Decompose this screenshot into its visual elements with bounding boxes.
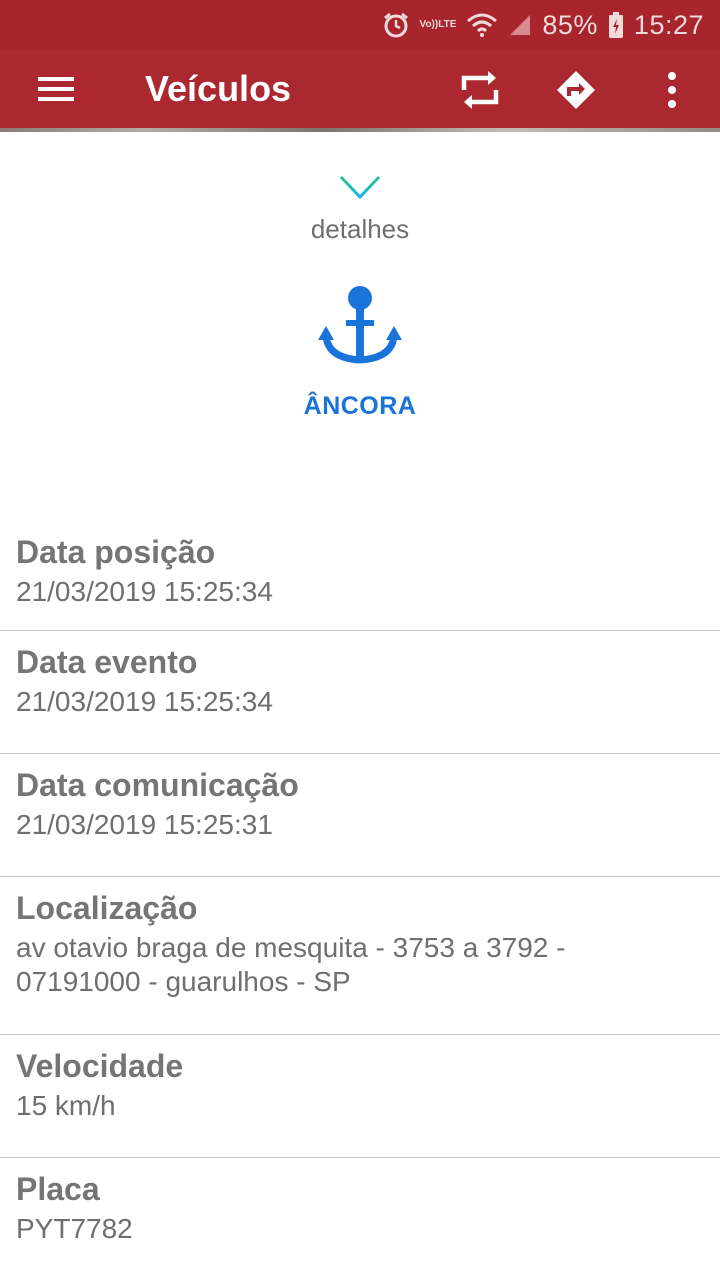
status-bar: Vo)) LTE 85% 15:27 xyxy=(0,0,720,50)
menu-button[interactable] xyxy=(36,74,76,104)
info-row-data-comunicacao: Data comunicação 21/03/2019 15:25:31 xyxy=(0,754,720,877)
app-bar: Veículos xyxy=(0,50,720,128)
info-row-data-evento: Data evento 21/03/2019 15:25:34 xyxy=(0,631,720,754)
anchor-icon xyxy=(318,286,402,364)
volte-bottom-text: LTE xyxy=(438,19,457,30)
battery-percent: 85% xyxy=(542,9,598,40)
info-row-localizacao: Localização av otavio braga de mesquita … xyxy=(0,877,720,1035)
details-label: detalhes xyxy=(310,214,410,244)
info-value-line1: av otavio braga de mesquita - 3753 a 379… xyxy=(16,932,566,963)
info-value-line2: 07191000 - guarulhos - SP xyxy=(16,966,351,997)
volte-icon: Vo)) LTE xyxy=(420,20,457,30)
volte-top-text: Vo)) xyxy=(419,19,439,30)
info-label: Data evento xyxy=(16,644,198,680)
info-value: PYT7782 xyxy=(16,1213,133,1244)
sync-button[interactable] xyxy=(458,68,502,112)
sync-icon xyxy=(461,71,499,109)
anchor-button[interactable]: ÂNCORA xyxy=(260,282,460,432)
info-row-placa: Placa PYT7782 xyxy=(0,1158,720,1280)
details-toggle-button[interactable]: detalhes xyxy=(260,140,460,252)
battery-charging-icon xyxy=(608,11,624,39)
map-edge xyxy=(0,128,720,132)
hamburger-menu-icon xyxy=(38,77,74,101)
more-vert-icon xyxy=(668,72,676,108)
info-label: Data comunicação xyxy=(16,767,299,803)
alarm-icon xyxy=(382,11,410,39)
info-value: 15 km/h xyxy=(16,1090,116,1121)
wifi-icon xyxy=(466,12,498,38)
info-value: 21/03/2019 15:25:34 xyxy=(16,576,273,607)
info-row-data-posicao: Data posição 21/03/2019 15:25:34 xyxy=(0,521,720,631)
arrow-down-icon xyxy=(339,146,381,200)
page-title: Veículos xyxy=(145,68,292,109)
info-value: 21/03/2019 15:25:31 xyxy=(16,809,273,840)
clock: 15:27 xyxy=(633,9,704,40)
vehicle-info-list: Data posição 21/03/2019 15:25:34 Data ev… xyxy=(0,521,720,1280)
info-label: Placa xyxy=(16,1171,100,1207)
directions-button[interactable] xyxy=(554,68,598,112)
info-label: Velocidade xyxy=(16,1048,184,1084)
signal-icon xyxy=(508,13,532,37)
info-row-velocidade: Velocidade 15 km/h xyxy=(0,1035,720,1158)
info-label: Data posição xyxy=(16,534,216,570)
anchor-label: ÂNCORA xyxy=(303,392,417,420)
directions-icon xyxy=(557,71,595,109)
info-value: 21/03/2019 15:25:34 xyxy=(16,686,273,717)
info-label: Localização xyxy=(16,890,198,926)
more-options-button[interactable] xyxy=(650,68,694,112)
